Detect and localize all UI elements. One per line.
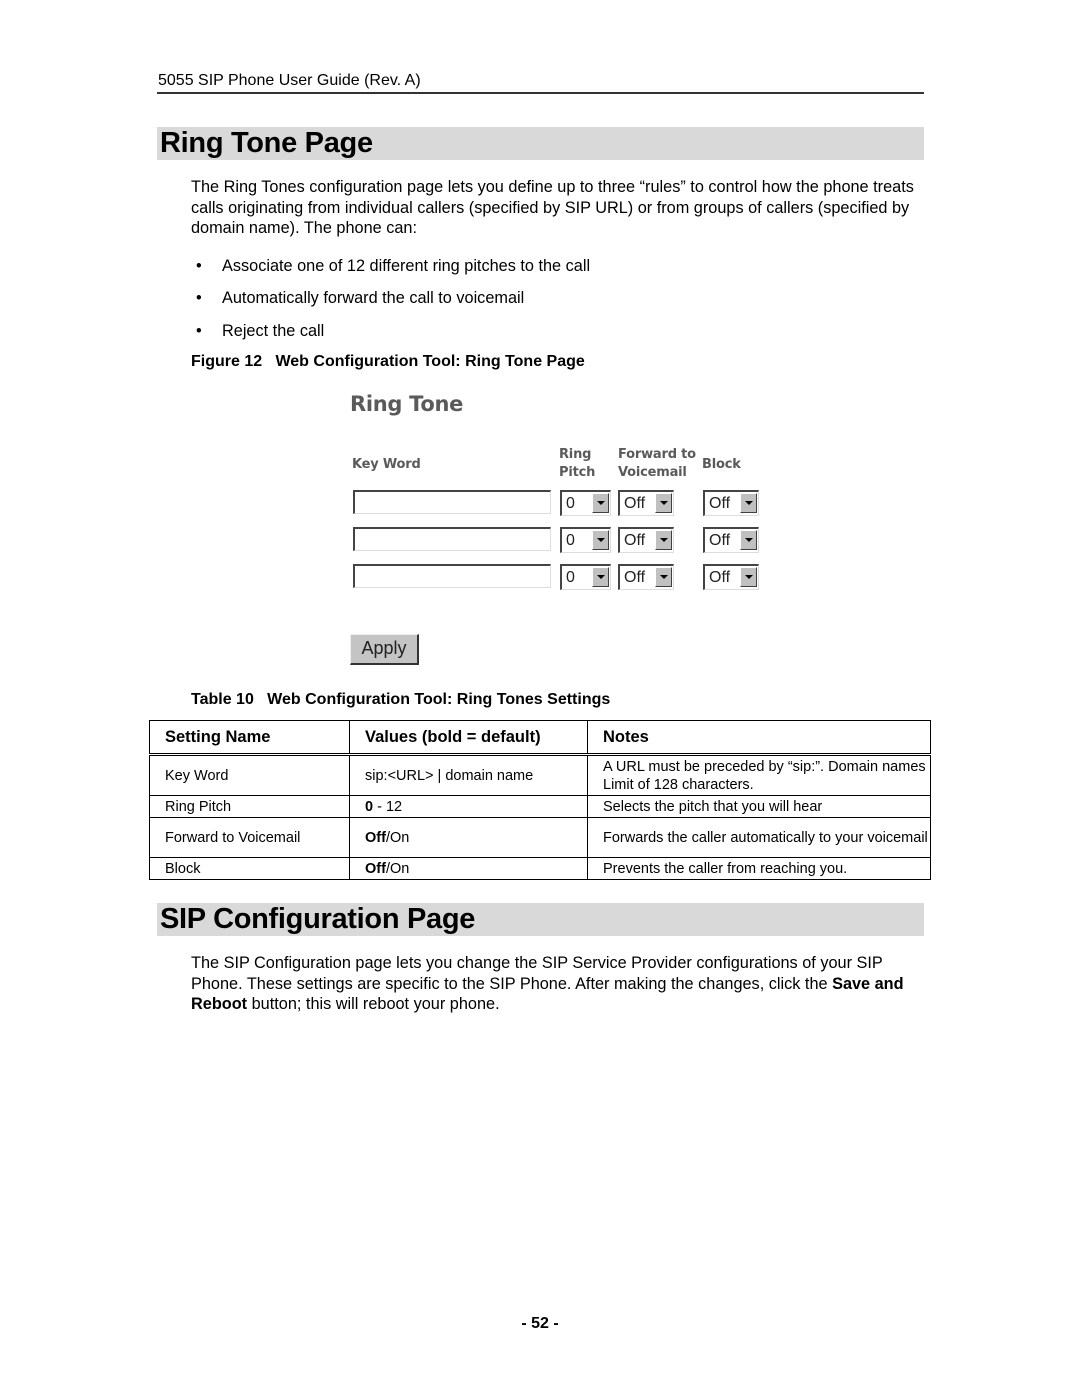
chevron-down-icon[interactable] (740, 530, 757, 550)
ring-tone-intro: The Ring Tones configuration page lets y… (191, 178, 914, 237)
header-rule (157, 92, 924, 94)
figure-caption: Figure 12 Web Configuration Tool: Ring T… (191, 353, 585, 370)
header-block: Block (702, 457, 741, 472)
chevron-down-icon[interactable] (740, 493, 757, 513)
chevron-down-icon[interactable] (655, 530, 672, 550)
setting-values: 0 - 12 (349, 795, 588, 818)
apply-button[interactable]: Apply (350, 634, 419, 665)
key-word-input[interactable] (353, 490, 551, 514)
ring-tone-capabilities-list: • Associate one of 12 different ring pitc… (196, 256, 590, 353)
chevron-down-icon[interactable] (655, 493, 672, 513)
setting-name: Key Word (149, 754, 350, 796)
list-item: • Automatically forward the call to voice… (196, 289, 525, 308)
table-row: Key Word sip:<URL> | domain name A URL m… (149, 754, 931, 796)
column-header-notes: Notes (587, 720, 931, 756)
setting-values: Off/On (349, 817, 588, 858)
key-word-input[interactable] (353, 564, 551, 588)
setting-name: Forward to Voicemail (149, 817, 350, 858)
section-title-sip-configuration: SIP Configuration Page (160, 903, 476, 935)
table-header-row: Setting Name Values (bold = default) Not… (149, 720, 931, 756)
key-word-input[interactable] (353, 527, 551, 551)
ring-tones-settings-table: Setting Name Values (bold = default) Not… (149, 720, 931, 880)
running-header: 5055 SIP Phone User Guide (Rev. A) (158, 72, 421, 89)
block-select[interactable]: Off (703, 564, 759, 590)
table-row: Block Off/On Prevents the caller from re… (149, 857, 931, 880)
forward-to-voicemail-select[interactable]: Off (618, 564, 674, 590)
header-key-word: Key Word (352, 457, 421, 472)
table-row: Ring Pitch 0 - 12 Selects the pitch that… (149, 795, 931, 818)
column-header-values: Values (bold = default) (349, 720, 588, 756)
chevron-down-icon[interactable] (592, 493, 609, 513)
list-item: • Reject the call (196, 321, 325, 340)
sip-configuration-intro: The SIP Configuration page lets you chan… (191, 954, 904, 1013)
setting-values: Off/On (349, 857, 588, 880)
header-ring-pitch: Ring Pitch (559, 447, 596, 480)
page-number: - 52 - (521, 1315, 559, 1332)
bullet-icon: • (196, 321, 202, 340)
setting-notes: Selects the pitch that you will hear (587, 795, 931, 818)
setting-notes: Forwards the caller automatically to you… (587, 817, 931, 858)
form-title: Ring Tone (350, 392, 464, 416)
forward-to-voicemail-select[interactable]: Off (618, 490, 674, 516)
bullet-icon: • (196, 257, 202, 275)
forward-to-voicemail-select[interactable]: Off (618, 527, 674, 553)
block-select[interactable]: Off (703, 490, 759, 516)
setting-notes: Prevents the caller from reaching you. (587, 857, 931, 880)
bullet-icon: • (196, 289, 202, 308)
column-header-setting-name: Setting Name (149, 720, 350, 756)
header-forward-to-voicemail: Forward to Voicemail (618, 447, 696, 480)
section-title-ring-tone: Ring Tone Page (160, 127, 373, 159)
ring-pitch-select[interactable]: 0 (560, 490, 611, 516)
setting-name: Block (149, 857, 350, 880)
ring-pitch-select[interactable]: 0 (560, 564, 611, 590)
table-caption: Table 10 Web Configuration Tool: Ring To… (191, 691, 611, 708)
ring-tone-form-figure: Ring Tone Key Word Ring Pitch Forward to… (340, 388, 780, 678)
setting-values: sip:<URL> | domain name (349, 754, 588, 796)
list-item: • Associate one of 12 different ring pitc… (196, 257, 591, 275)
table-row: Forward to Voicemail Off/On Forwards the… (149, 817, 931, 858)
chevron-down-icon[interactable] (592, 567, 609, 587)
chevron-down-icon[interactable] (655, 567, 672, 587)
setting-notes: A URL must be preceded by “sip:”. Domain… (587, 754, 931, 796)
block-select[interactable]: Off (703, 527, 759, 553)
chevron-down-icon[interactable] (740, 567, 757, 587)
chevron-down-icon[interactable] (592, 530, 609, 550)
setting-name: Ring Pitch (149, 795, 350, 818)
ring-pitch-select[interactable]: 0 (560, 527, 611, 553)
